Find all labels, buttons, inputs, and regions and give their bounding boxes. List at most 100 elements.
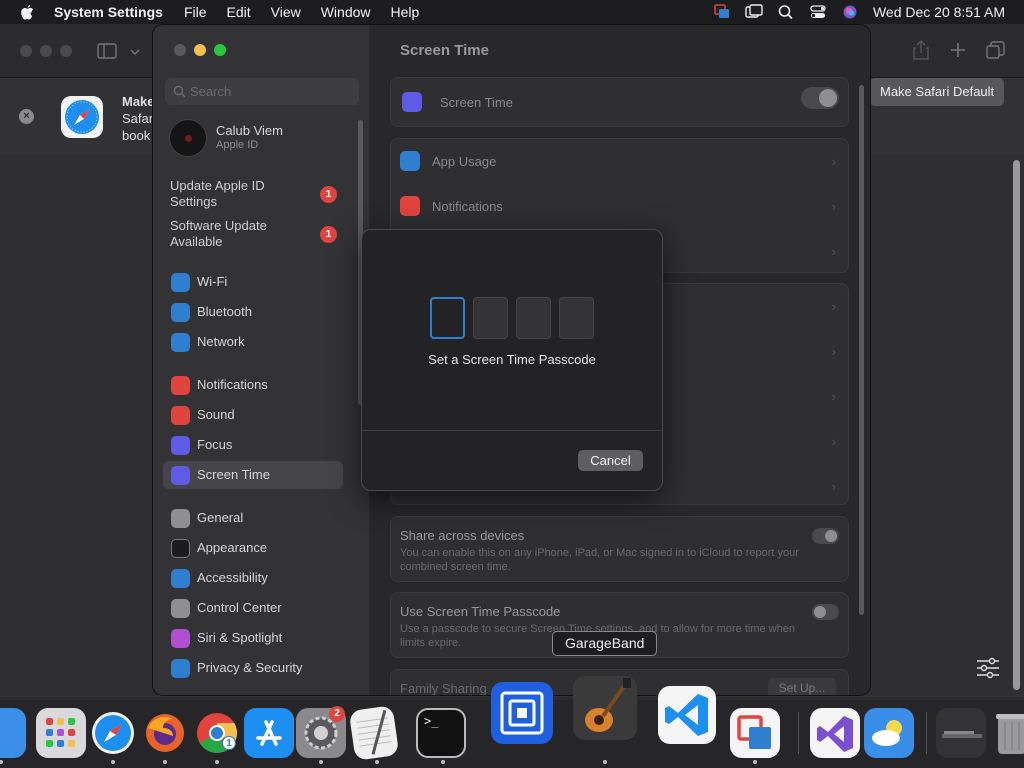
- screen-sharing-icon[interactable]: [713, 4, 731, 20]
- sidebar-toggle-icon[interactable]: [97, 42, 117, 60]
- sidebar-item-accessibility[interactable]: Accessibility: [163, 564, 343, 592]
- control-center-icon[interactable]: [809, 4, 827, 20]
- sidebar-item-appearance[interactable]: Appearance: [163, 534, 343, 562]
- sidebar-item-label: Notifications: [197, 377, 268, 392]
- sidebar-item-label: Control Center: [197, 600, 282, 615]
- sliders-icon[interactable]: [975, 655, 1001, 681]
- banner-close-button[interactable]: ×: [19, 109, 34, 124]
- screen-time-card: Screen Time: [390, 77, 849, 127]
- make-safari-default-button[interactable]: Make Safari Default: [870, 78, 1005, 106]
- passcode-digit-4[interactable]: [559, 297, 594, 339]
- safari-scrollbar[interactable]: [1013, 160, 1020, 690]
- sidebar-item-label: Focus: [197, 437, 233, 452]
- dock-chrome-icon[interactable]: [192, 708, 242, 758]
- settings-zoom-button[interactable]: [214, 44, 226, 56]
- running-indicator: [603, 760, 607, 764]
- dock-garageband-icon[interactable]: [573, 676, 637, 740]
- dock-remote-desktop-icon[interactable]: [730, 708, 780, 758]
- sidebar-item-sound[interactable]: Sound: [163, 401, 343, 429]
- safari-minimize-button[interactable]: [40, 45, 52, 57]
- safari-zoom-button[interactable]: [60, 45, 72, 57]
- dock-launchpad-icon[interactable]: [36, 708, 86, 758]
- dock-weather-icon[interactable]: [864, 708, 914, 758]
- share-devices-title: Share across devices: [400, 528, 525, 543]
- safari-close-button[interactable]: [20, 45, 32, 57]
- sidebar-item-label: General: [197, 510, 244, 525]
- settings-close-button[interactable]: [174, 44, 186, 56]
- dock-textedit-icon[interactable]: [348, 705, 400, 761]
- update-apple-id-notice[interactable]: Update Apple ID Settings: [170, 178, 310, 210]
- page-title: Screen Time: [400, 42, 489, 59]
- sidebar-item-general[interactable]: General: [163, 504, 343, 532]
- software-update-notice[interactable]: Software Update Available: [170, 218, 310, 250]
- speaker-icon: [171, 406, 190, 425]
- share-icon[interactable]: [912, 40, 930, 60]
- dock-trash-icon[interactable]: [994, 708, 1024, 758]
- running-indicator: [375, 760, 379, 764]
- apple-logo-icon[interactable]: [20, 4, 34, 20]
- sidebar-item-screen-time[interactable]: Screen Time: [163, 461, 343, 489]
- windows-icon[interactable]: [745, 4, 763, 20]
- search-field[interactable]: Search: [165, 78, 359, 105]
- bluetooth-icon: [171, 303, 190, 322]
- running-indicator: [163, 760, 167, 764]
- dock-safari-icon[interactable]: [88, 708, 138, 758]
- sidebar-item-label: Network: [197, 334, 245, 349]
- chevron-right-icon: ›: [831, 479, 836, 494]
- screen-time-toggle[interactable]: [801, 87, 839, 109]
- dock-screens-icon[interactable]: [491, 682, 553, 744]
- menu-bar-clock[interactable]: Wed Dec 20 8:51 AM: [873, 4, 1005, 20]
- app-usage-label[interactable]: App Usage: [432, 154, 496, 169]
- chevron-right-icon: ›: [831, 154, 836, 169]
- sidebar-item-network[interactable]: Network: [163, 328, 343, 356]
- safari-compass-icon: [61, 96, 103, 138]
- dock-downloads-stack-icon[interactable]: [936, 708, 986, 758]
- spotlight-search-icon[interactable]: [777, 4, 795, 20]
- use-passcode-toggle[interactable]: [812, 604, 839, 620]
- app-name-menu[interactable]: System Settings: [54, 4, 163, 20]
- share-devices-description: You can enable this on any iPhone, iPad,…: [400, 547, 799, 573]
- dock-firefox-icon[interactable]: [140, 708, 190, 758]
- use-passcode-title: Use Screen Time Passcode: [400, 604, 561, 619]
- content-scrollbar[interactable]: [859, 85, 864, 615]
- menu-window[interactable]: Window: [321, 4, 371, 20]
- screen-time-row-label: Screen Time: [440, 95, 513, 110]
- dock-vscode-icon[interactable]: [658, 686, 716, 744]
- passcode-digit-1[interactable]: [430, 297, 465, 339]
- chevron-right-icon: ›: [831, 199, 836, 214]
- menu-help[interactable]: Help: [391, 4, 420, 20]
- dock-terminal-icon[interactable]: >_: [416, 708, 466, 758]
- profile-subtitle: Apple ID: [216, 139, 259, 151]
- app-usage-icon: [400, 151, 420, 171]
- siri-icon[interactable]: [841, 4, 859, 20]
- sidebar-item-wifi[interactable]: Wi-Fi: [163, 268, 343, 296]
- tab-overview-icon[interactable]: [986, 41, 1005, 60]
- notifications-label[interactable]: Notifications: [432, 199, 503, 214]
- search-icon: [173, 85, 186, 98]
- dock-visual-studio-icon[interactable]: [810, 708, 860, 758]
- cancel-button[interactable]: Cancel: [578, 450, 643, 471]
- hourglass-icon: [171, 466, 190, 485]
- new-tab-plus-icon[interactable]: [949, 41, 967, 59]
- running-indicator: [111, 760, 115, 764]
- sidebar-item-notifications[interactable]: Notifications: [163, 371, 343, 399]
- sidebar-item-privacy-security[interactable]: Privacy & Security: [163, 654, 343, 682]
- sidebar-item-bluetooth[interactable]: Bluetooth: [163, 298, 343, 326]
- terminal-prompt: >_: [424, 714, 439, 728]
- sidebar-item-label: Bluetooth: [197, 304, 252, 319]
- sidebar-item-label: Siri & Spotlight: [197, 630, 283, 645]
- passcode-digit-2[interactable]: [473, 297, 508, 339]
- dock-app-store-icon[interactable]: [244, 708, 294, 758]
- share-devices-toggle[interactable]: [812, 528, 839, 544]
- menu-file[interactable]: File: [184, 4, 207, 20]
- menu-view[interactable]: View: [271, 4, 301, 20]
- dock-finder-icon[interactable]: [0, 708, 26, 758]
- set-up-button[interactable]: Set Up...: [768, 678, 836, 695]
- settings-minimize-button[interactable]: [194, 44, 206, 56]
- sidebar-item-siri-spotlight[interactable]: Siri & Spotlight: [163, 624, 343, 652]
- sidebar-item-control-center[interactable]: Control Center: [163, 594, 343, 622]
- chevron-down-icon[interactable]: [130, 48, 140, 56]
- sidebar-item-focus[interactable]: Focus: [163, 431, 343, 459]
- passcode-digit-3[interactable]: [516, 297, 551, 339]
- menu-edit[interactable]: Edit: [227, 4, 251, 20]
